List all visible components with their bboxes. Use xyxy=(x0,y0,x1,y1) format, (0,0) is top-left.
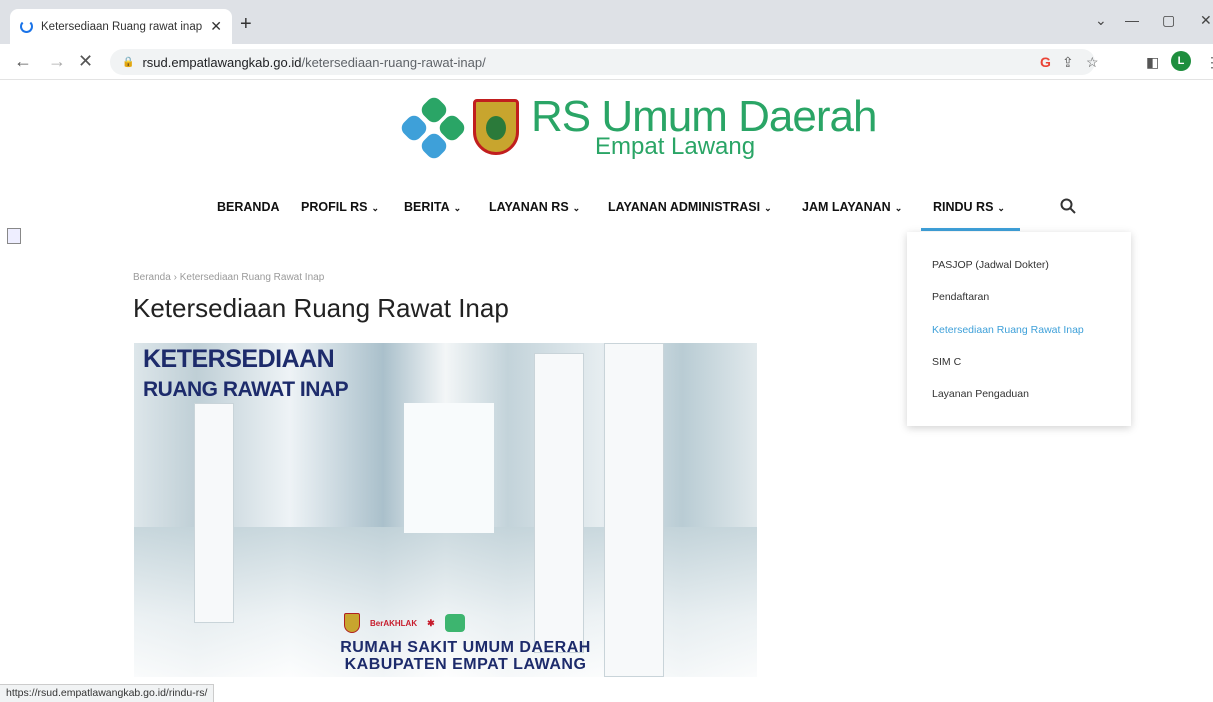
main-nav: BERANDA PROFIL RS ⌄ BERITA ⌄ LAYANAN RS ⌄ L… xyxy=(0,200,1213,220)
active-nav-underline xyxy=(921,228,1020,231)
dropdown-item-pasjop[interactable]: PASJOP (Jadwal Dokter) xyxy=(932,259,1049,271)
nav-item-profil-rs[interactable]: PROFIL RS ⌄ xyxy=(301,200,379,214)
dropdown-item-ketersediaan[interactable]: Ketersediaan Ruang Rawat Inap xyxy=(932,324,1084,336)
nav-item-layanan-administrasi[interactable]: LAYANAN ADMINISTRASI ⌄ xyxy=(608,200,772,214)
url-bar[interactable]: 🔒 rsud.empatlawangkab.go.id/ketersediaan… xyxy=(110,49,1095,75)
browser-tab-bar: Ketersediaan Ruang rawat inap R ✕ + ⌄ — … xyxy=(0,0,1213,44)
minimize-button[interactable]: — xyxy=(1125,12,1139,28)
share-icon[interactable]: ⇪ xyxy=(1062,54,1074,71)
door-shape xyxy=(534,353,584,653)
loading-icon xyxy=(20,20,33,33)
dropdown-item-layanan-pengaduan[interactable]: Layanan Pengaduan xyxy=(932,388,1029,400)
bookmark-star-icon[interactable]: ☆ xyxy=(1086,54,1099,71)
breadcrumb-home[interactable]: Beranda xyxy=(133,272,171,283)
new-tab-button[interactable]: + xyxy=(240,13,252,36)
stop-button[interactable]: ✕ xyxy=(78,51,93,72)
breadcrumb-current: Ketersediaan Ruang Rawat Inap xyxy=(179,272,325,283)
hero-heading-line1: KETERSEDIAAN xyxy=(143,345,335,373)
nav-item-berita[interactable]: BERITA ⌄ xyxy=(404,200,461,214)
nav-item-layanan-rs[interactable]: LAYANAN RS ⌄ xyxy=(489,200,580,214)
tab-search-icon[interactable]: ⌄ xyxy=(1095,12,1107,29)
restore-button[interactable]: ▢ xyxy=(1162,12,1175,29)
chevron-down-icon: ⌄ xyxy=(572,203,581,213)
url-path: /ketersediaan-ruang-rawat-inap/ xyxy=(301,54,486,70)
google-translate-icon[interactable]: G xyxy=(1040,54,1051,70)
tab-title: Ketersediaan Ruang rawat inap R xyxy=(41,20,205,33)
partner-logos: BerAKHLAK ✱ xyxy=(344,613,465,633)
search-icon[interactable] xyxy=(1060,198,1076,219)
chevron-down-icon: ⌄ xyxy=(894,203,903,213)
hero-heading-line2: RUANG RAWAT INAP xyxy=(143,378,349,401)
corridor-light xyxy=(404,403,494,533)
hero-footer-line1: RUMAH SAKIT UMUM DAERAH xyxy=(340,639,591,656)
nav-item-rindu-rs[interactable]: RINDU RS ⌄ xyxy=(933,200,1005,214)
chevron-down-icon: ⌄ xyxy=(764,203,772,213)
status-bar-url: https://rsud.empatlawangkab.go.id/rindu-… xyxy=(0,684,215,702)
regency-crest-icon xyxy=(344,613,360,633)
profile-avatar[interactable]: L xyxy=(1171,51,1191,71)
kemenkes-logo-icon xyxy=(444,614,465,632)
browser-tab[interactable]: Ketersediaan Ruang rawat inap R ✕ xyxy=(10,9,232,44)
breadcrumb: Beranda › Ketersediaan Ruang Rawat Inap xyxy=(133,272,324,283)
dropdown-item-pendaftaran[interactable]: Pendaftaran xyxy=(932,291,989,303)
hospital-logo-icon xyxy=(398,94,468,162)
close-window-button[interactable]: ✕ xyxy=(1200,12,1212,29)
door-shape xyxy=(604,343,664,677)
page-title: Ketersediaan Ruang Rawat Inap xyxy=(133,293,509,323)
nav-item-jam-layanan[interactable]: JAM LAYANAN ⌄ xyxy=(802,200,902,214)
berakhlak-logo: BerAKHLAK xyxy=(370,618,418,628)
chevron-down-icon: ⌄ xyxy=(453,203,462,213)
chevron-down-icon: ⌄ xyxy=(371,203,379,213)
url-host: rsud.empatlawangkab.go.id xyxy=(142,54,302,70)
nav-item-beranda[interactable]: BERANDA xyxy=(217,200,280,214)
back-button[interactable]: ← xyxy=(14,51,32,72)
site-logo[interactable]: RS Umum Daerah Empat Lawang xyxy=(398,92,877,162)
menu-icon[interactable]: ⋮ xyxy=(1205,54,1213,71)
door-shape xyxy=(194,403,234,623)
hero-image: KETERSEDIAAN RUANG RAWAT INAP BerAKHLAK … xyxy=(134,343,757,677)
forward-button[interactable]: → xyxy=(48,51,66,72)
bangga-melayani-logo: ✱ xyxy=(427,617,435,628)
address-toolbar: ← → ✕ 🔒 rsud.empatlawangkab.go.id/keters… xyxy=(0,44,1213,80)
rindu-rs-dropdown-menu: PASJOP (Jadwal Dokter) Pendaftaran Keter… xyxy=(907,232,1131,426)
regency-crest-icon xyxy=(473,99,519,155)
breadcrumb-separator: › xyxy=(173,272,177,283)
close-tab-icon[interactable]: ✕ xyxy=(210,18,222,35)
side-panel-icon[interactable]: ◧ xyxy=(1146,54,1159,71)
chevron-down-icon: ⌄ xyxy=(997,203,1005,213)
dropdown-item-sim-c[interactable]: SIM C xyxy=(932,356,961,368)
logo-text: RS Umum Daerah Empat Lawang xyxy=(531,95,877,159)
hero-footer-line2: KABUPATEN EMPAT LAWANG xyxy=(344,656,587,673)
broken-image-icon xyxy=(7,228,21,244)
lock-icon[interactable]: 🔒 xyxy=(122,57,134,68)
